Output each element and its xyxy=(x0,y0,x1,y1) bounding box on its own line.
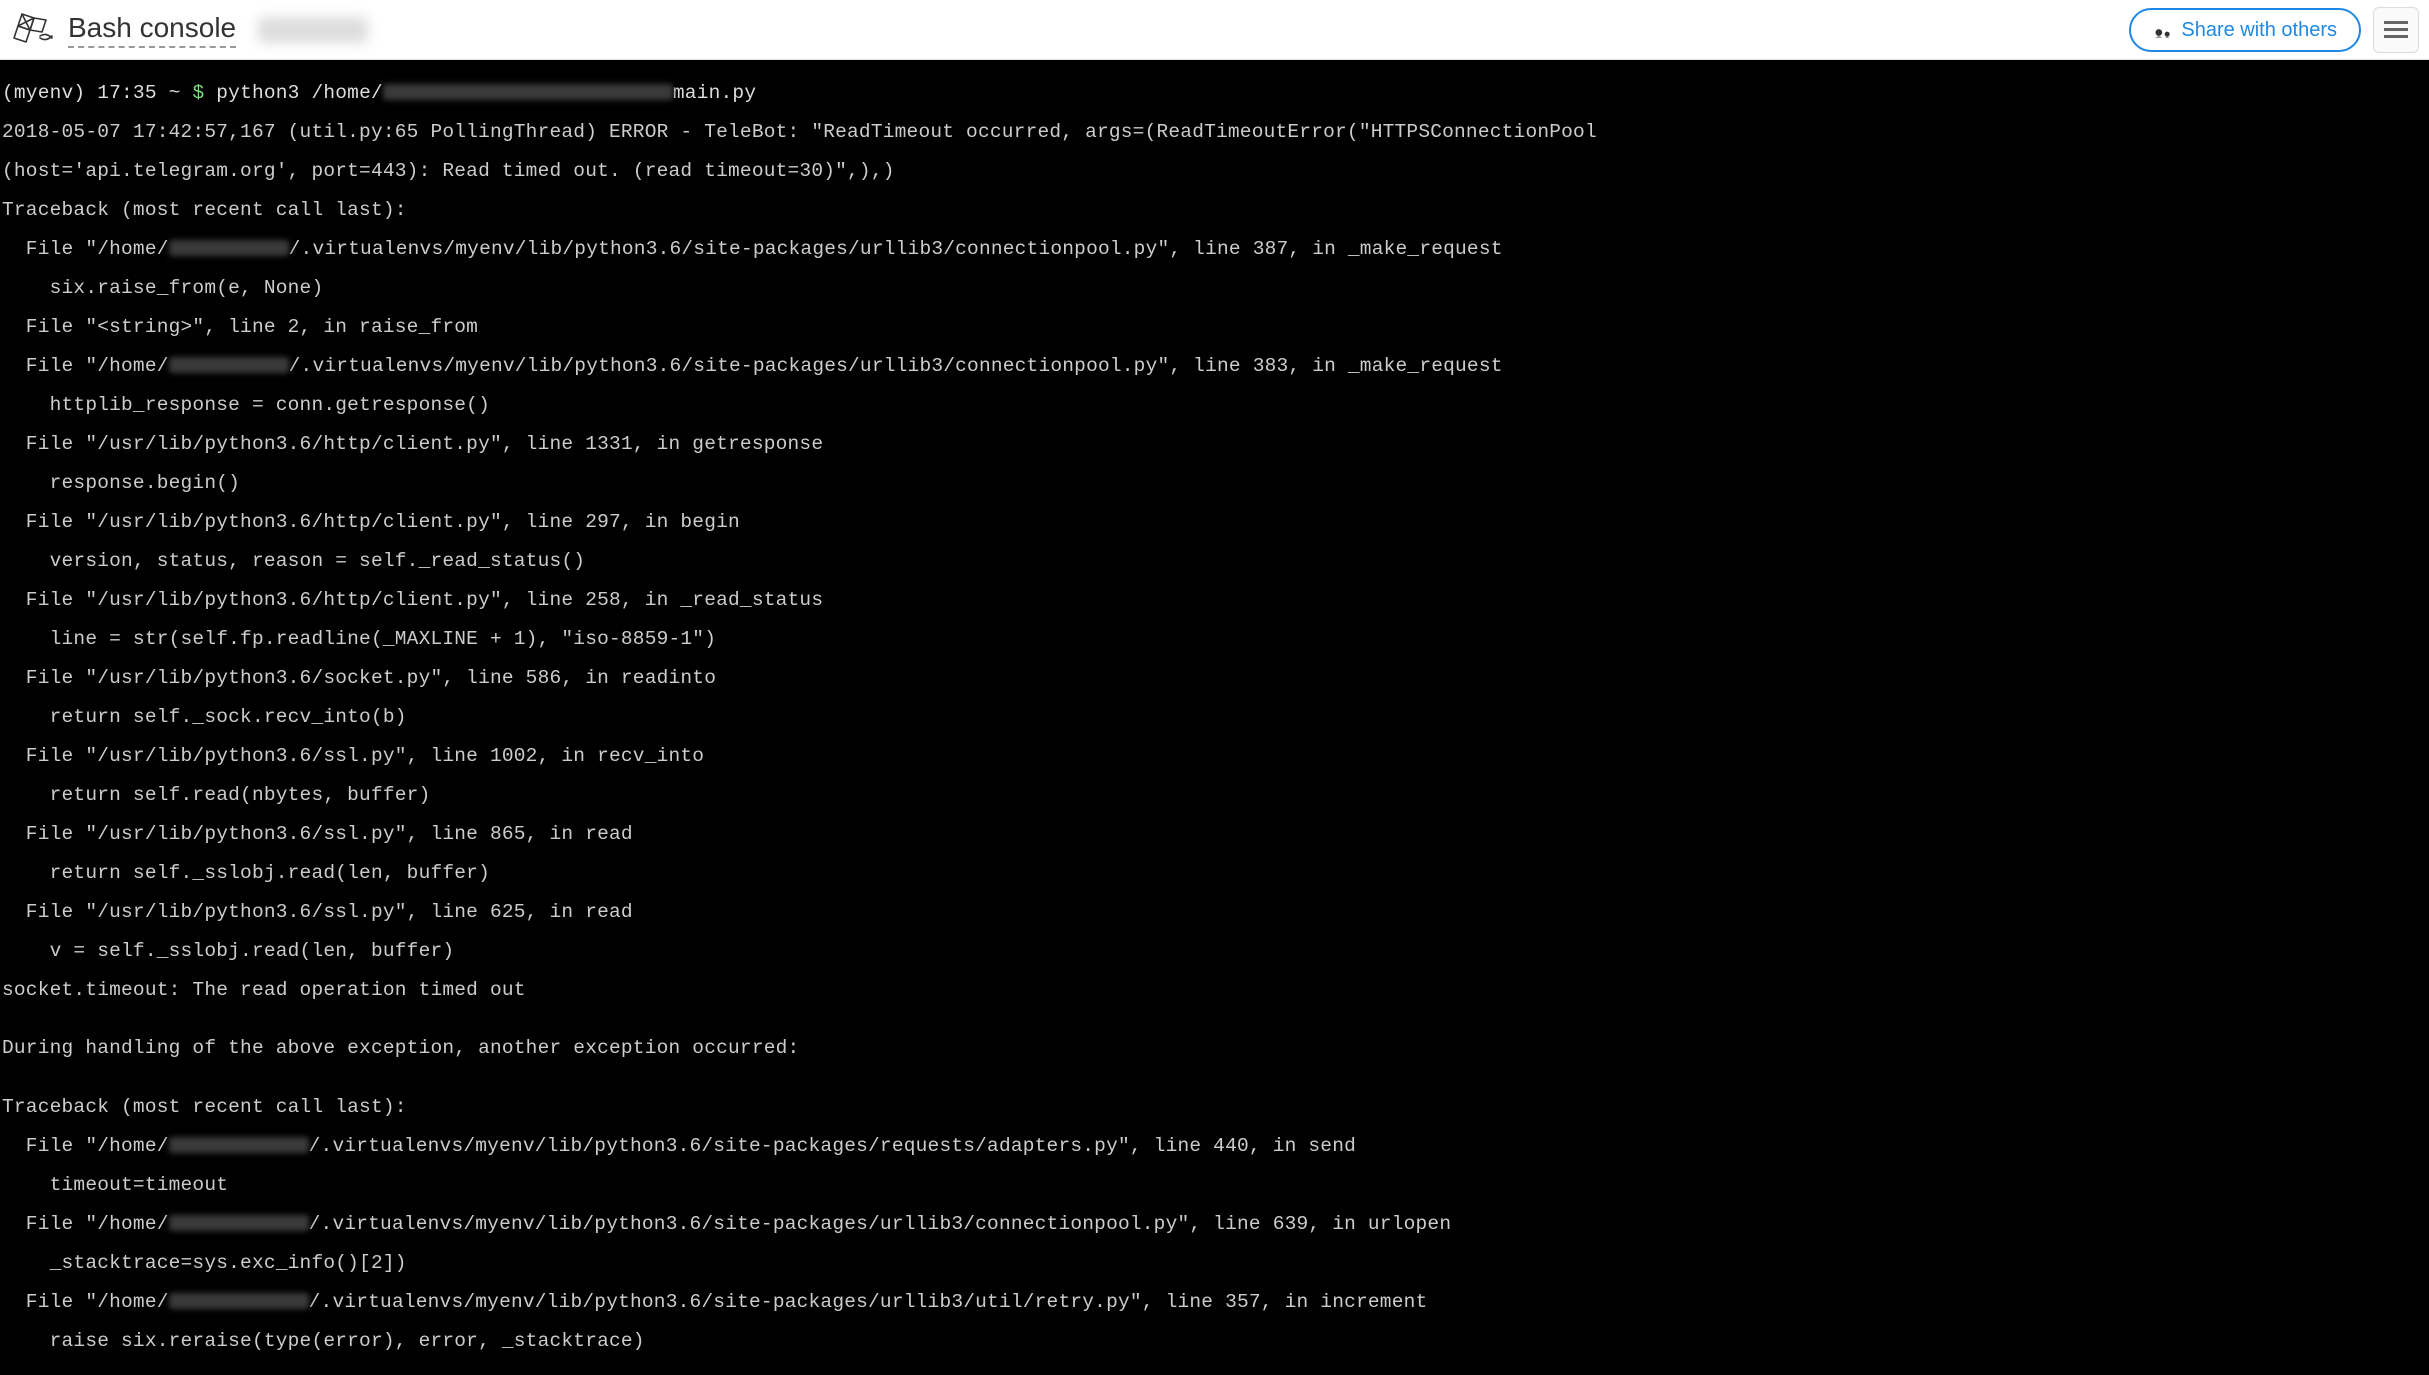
terminal-line: return self._sslobj.read(len, buffer) xyxy=(2,864,2427,884)
page-title[interactable]: Bash console xyxy=(68,11,236,49)
terminal-line: (host='api.telegram.org', port=443): Rea… xyxy=(2,162,2427,182)
terminal-line: six.raise_from(e, None) xyxy=(2,279,2427,299)
terminal-line: File "/home//.virtualenvs/myenv/lib/pyth… xyxy=(2,357,2427,377)
terminal-line: Traceback (most recent call last): xyxy=(2,1098,2427,1118)
prompt-dollar: $ xyxy=(192,82,216,104)
terminal-prompt-line: (myenv) 17:35 ~ $ python3 /home/main.py xyxy=(2,84,2427,104)
terminal-output[interactable]: (myenv) 17:35 ~ $ python3 /home/main.py … xyxy=(0,60,2429,1375)
menu-button[interactable] xyxy=(2373,7,2419,53)
terminal-line: File "/home//.virtualenvs/myenv/lib/pyth… xyxy=(2,1215,2427,1235)
terminal-line: timeout=timeout xyxy=(2,1176,2427,1196)
share-icon xyxy=(2153,21,2173,39)
header-right: Share with others xyxy=(2129,7,2419,53)
terminal-line: File "/usr/lib/python3.6/ssl.py", line 6… xyxy=(2,903,2427,923)
prompt-cmd-post: main.py xyxy=(673,82,756,104)
share-button-label: Share with others xyxy=(2181,20,2337,40)
terminal-line: File "/usr/lib/python3.6/http/client.py"… xyxy=(2,513,2427,533)
cmd-path-redacted xyxy=(383,84,673,100)
terminal-line: File "/home//.virtualenvs/myenv/lib/pyth… xyxy=(2,1293,2427,1313)
terminal-line: File "/usr/lib/python3.6/ssl.py", line 1… xyxy=(2,747,2427,767)
header-left: Bash console xyxy=(10,8,368,52)
terminal-line: _stacktrace=sys.exc_info()[2]) xyxy=(2,1254,2427,1274)
path-redacted xyxy=(169,357,289,373)
terminal-line: File "/home//.virtualenvs/myenv/lib/pyth… xyxy=(2,240,2427,260)
terminal-line: Traceback (most recent call last): xyxy=(2,201,2427,221)
terminal-line: response.begin() xyxy=(2,474,2427,494)
terminal-line: File "<string>", line 2, in raise_from xyxy=(2,318,2427,338)
path-redacted xyxy=(169,1215,309,1231)
path-redacted xyxy=(169,1293,309,1309)
prompt-cmd-pre: python3 /home/ xyxy=(216,82,383,104)
terminal-line: File "/home//.virtualenvs/myenv/lib/pyth… xyxy=(2,1137,2427,1157)
terminal-line: line = str(self.fp.readline(_MAXLINE + 1… xyxy=(2,630,2427,650)
header-bar: Bash console Share with others xyxy=(0,0,2429,60)
terminal-line: File "/usr/lib/python3.6/http/client.py"… xyxy=(2,591,2427,611)
path-redacted xyxy=(169,240,289,256)
terminal-line: httplib_response = conn.getresponse() xyxy=(2,396,2427,416)
path-redacted xyxy=(169,1137,309,1153)
terminal-line: socket.timeout: The read operation timed… xyxy=(2,981,2427,1001)
terminal-line: File "/usr/lib/python3.6/socket.py", lin… xyxy=(2,669,2427,689)
prompt-tilde: ~ xyxy=(169,82,193,104)
logo-icon[interactable] xyxy=(10,8,54,52)
console-id-redacted xyxy=(258,17,368,43)
terminal-line: return self._sock.recv_into(b) xyxy=(2,708,2427,728)
hamburger-icon xyxy=(2384,28,2408,31)
terminal-line: File "/usr/lib/python3.6/http/client.py"… xyxy=(2,435,2427,455)
terminal-line: During handling of the above exception, … xyxy=(2,1039,2427,1059)
terminal-line: version, status, reason = self._read_sta… xyxy=(2,552,2427,572)
terminal-line: return self.read(nbytes, buffer) xyxy=(2,786,2427,806)
prompt-env: (myenv) 17:35 xyxy=(2,82,169,104)
terminal-line: File "/usr/lib/python3.6/ssl.py", line 8… xyxy=(2,825,2427,845)
terminal-line: raise six.reraise(type(error), error, _s… xyxy=(2,1332,2427,1352)
terminal-line: v = self._sslobj.read(len, buffer) xyxy=(2,942,2427,962)
share-button[interactable]: Share with others xyxy=(2129,8,2361,52)
terminal-line: 2018-05-07 17:42:57,167 (util.py:65 Poll… xyxy=(2,123,2427,143)
